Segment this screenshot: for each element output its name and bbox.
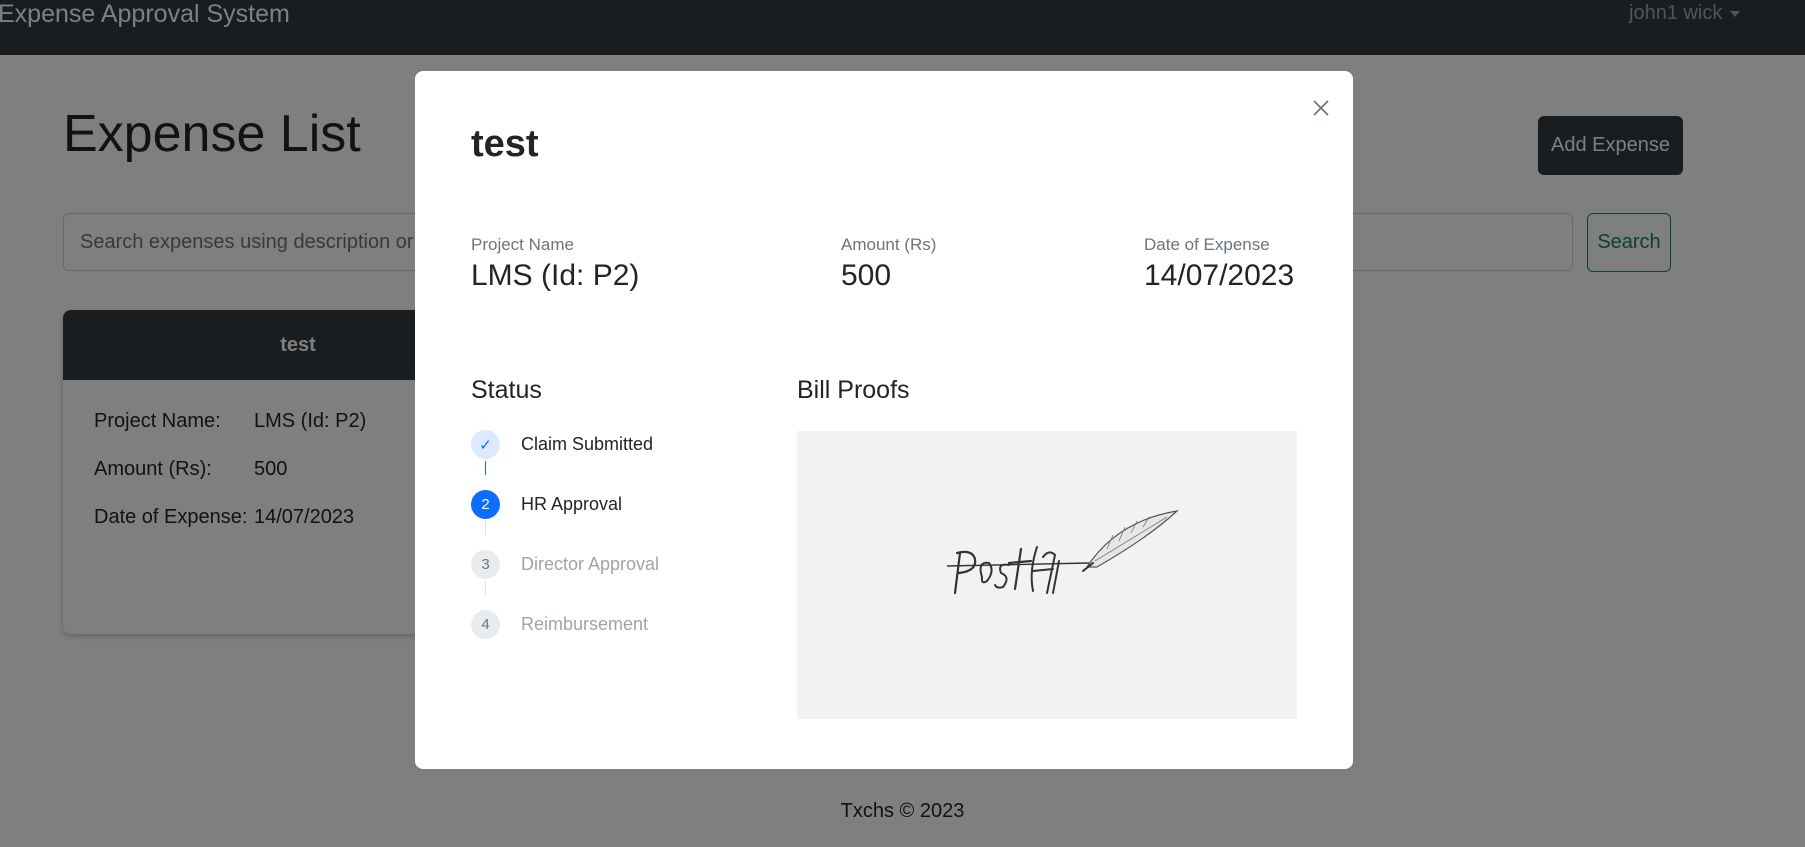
step-label: HR Approval bbox=[521, 494, 623, 514]
step-number: 4 bbox=[471, 610, 500, 639]
field-value: 14/07/2023 bbox=[1144, 259, 1295, 292]
signature-logo bbox=[946, 510, 1179, 595]
field-date: Date of Expense 14/07/2023 bbox=[1144, 235, 1294, 293]
field-label: Date of Expense bbox=[1144, 235, 1270, 254]
step-connector bbox=[485, 581, 486, 595]
step-number: 2 bbox=[471, 490, 500, 519]
step-connector bbox=[485, 521, 486, 535]
step-label: Reimbursement bbox=[521, 614, 649, 634]
close-button[interactable] bbox=[1306, 93, 1336, 123]
field-value: 500 bbox=[841, 259, 892, 292]
step-reimbursement: 4 Reimbursement bbox=[471, 610, 648, 639]
bill-proofs-title: Bill Proofs bbox=[797, 376, 910, 404]
field-label: Project Name bbox=[471, 235, 574, 254]
modal-title: test bbox=[471, 123, 539, 165]
field-amount: Amount (Rs) 500 bbox=[841, 235, 936, 293]
step-director-approval: 3 Director Approval bbox=[471, 550, 659, 579]
bill-proof-image[interactable] bbox=[797, 431, 1297, 719]
close-icon[interactable] bbox=[1306, 93, 1336, 123]
step-label: Claim Submitted bbox=[521, 434, 654, 454]
field-value: LMS (Id: P2) bbox=[471, 259, 640, 292]
check-icon: ✓ bbox=[471, 430, 500, 459]
field-project: Project Name LMS (Id: P2) bbox=[471, 235, 639, 293]
status-title: Status bbox=[471, 376, 542, 404]
field-label: Amount (Rs) bbox=[841, 235, 937, 254]
step-hr-approval: 2 HR Approval bbox=[471, 490, 622, 519]
step-label: Director Approval bbox=[521, 554, 660, 574]
step-connector bbox=[485, 461, 486, 475]
expense-detail-modal: test Project Name LMS (Id: P2) Amount (R… bbox=[415, 71, 1353, 769]
step-number: 3 bbox=[471, 550, 500, 579]
step-claim-submitted: ✓ Claim Submitted bbox=[471, 430, 653, 459]
